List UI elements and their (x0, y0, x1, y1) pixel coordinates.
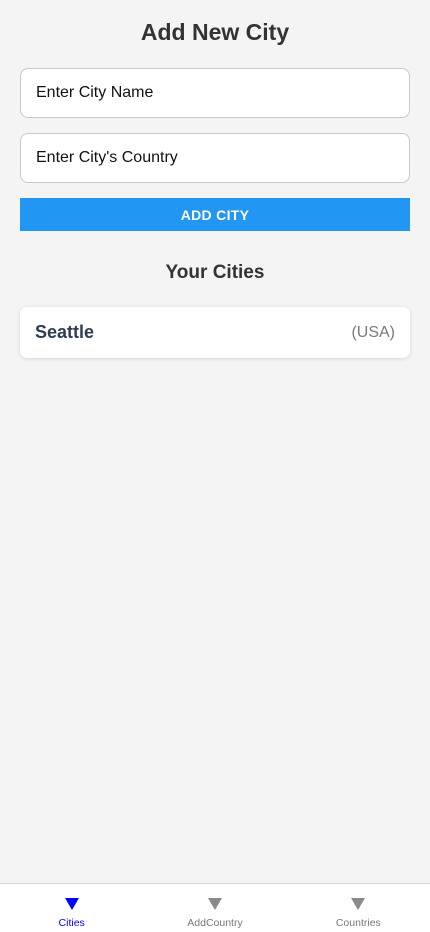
city-country-input[interactable] (20, 133, 410, 183)
triangle-down-icon (207, 898, 222, 910)
tab-countries[interactable]: Countries (287, 884, 430, 932)
tab-cities[interactable]: Cities (0, 884, 143, 932)
page-title: Add New City (140, 19, 290, 45)
city-country: (USA) (351, 323, 395, 341)
triangle-down-icon (351, 898, 366, 910)
tab-add-country[interactable]: AddCountry (143, 884, 286, 932)
tab-label: AddCountry (187, 917, 243, 929)
city-name: Seattle (35, 322, 95, 342)
city-name-input[interactable] (20, 68, 410, 118)
tab-label: Cities (58, 917, 85, 929)
city-list-item[interactable]: Seattle (USA) (20, 307, 410, 358)
tab-label: Countries (335, 917, 381, 929)
your-cities-title: Your Cities (165, 262, 265, 283)
triangle-down-icon (64, 898, 79, 910)
screen: Add New City ADD CITY Your Cities Seattl… (0, 0, 430, 932)
add-city-button[interactable]: ADD CITY (20, 198, 410, 231)
bottom-tab-bar: Cities AddCountry Countries (0, 883, 430, 932)
